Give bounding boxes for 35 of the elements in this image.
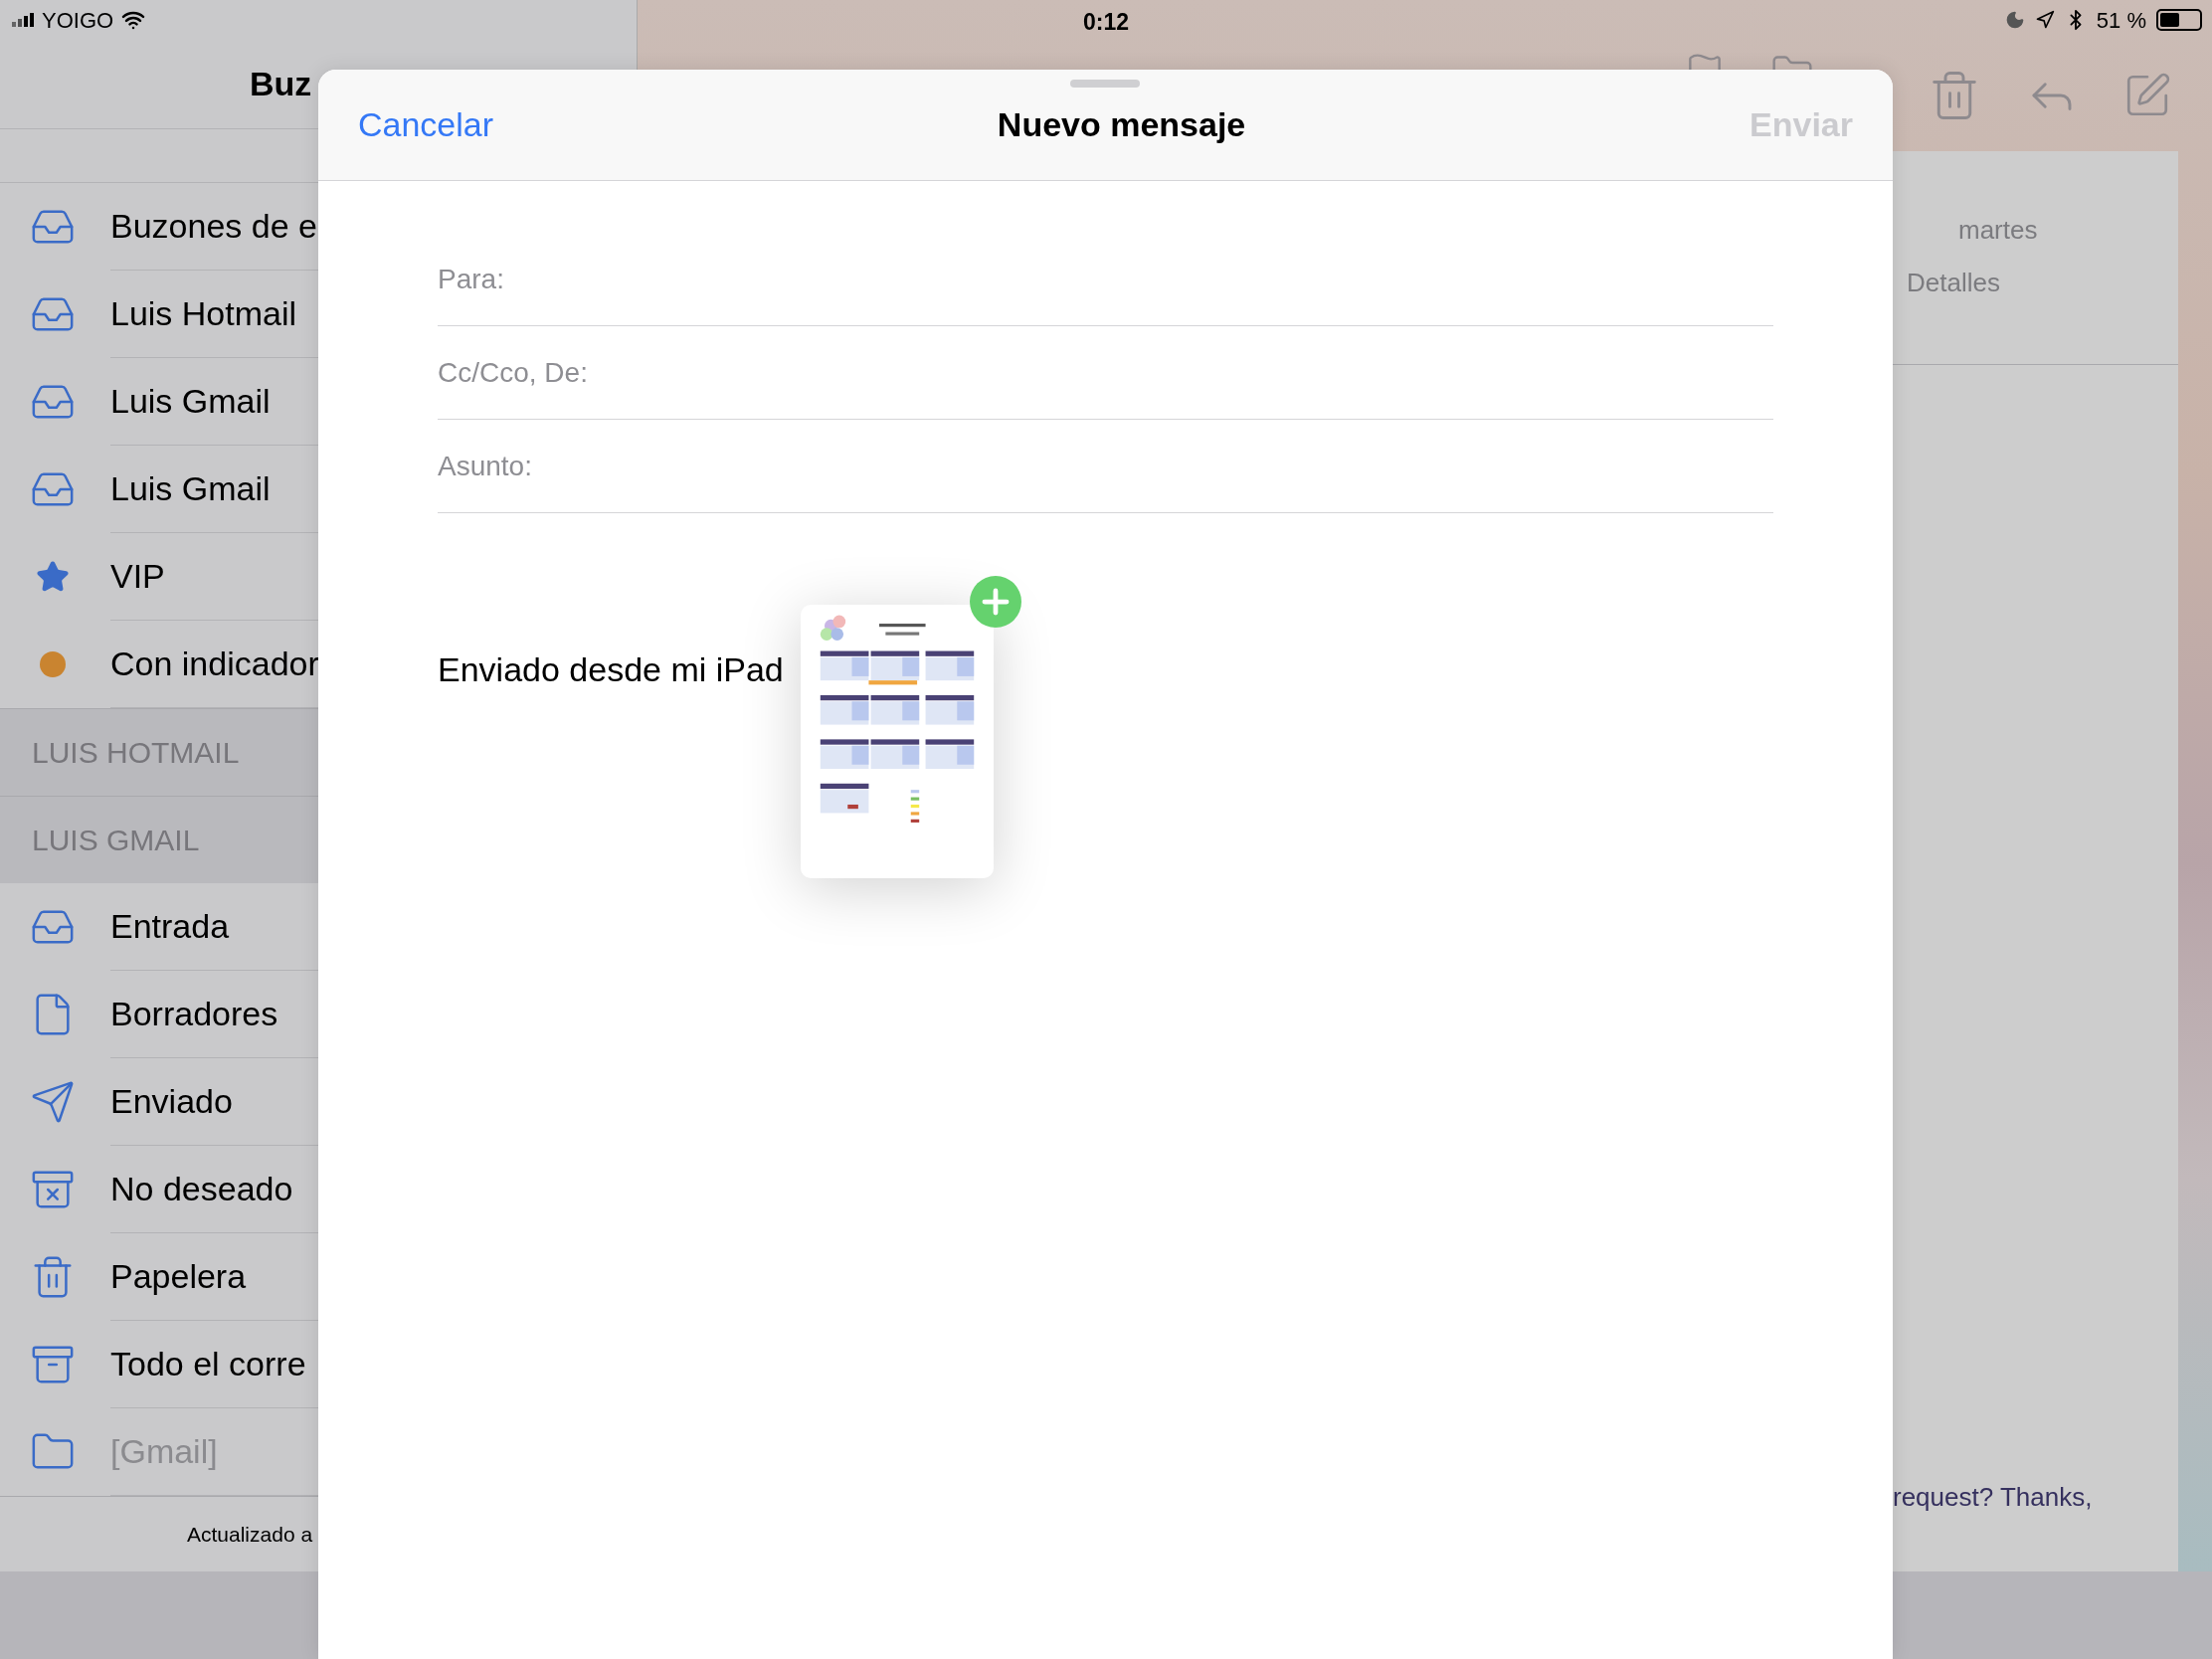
mailbox-label: VIP xyxy=(110,556,165,597)
cancel-button[interactable]: Cancelar xyxy=(358,99,494,150)
mailbox-label: Luis Gmail xyxy=(110,468,271,509)
details-link[interactable]: Detalles xyxy=(1907,264,2000,302)
update-status: Actualizado a xyxy=(187,1521,313,1548)
field-label[interactable]: Cc/Cco, De: xyxy=(438,351,588,394)
mailbox-label: No deseado xyxy=(110,1169,293,1209)
carrier-label: YOIGO xyxy=(42,6,114,35)
status-time: 0:12 xyxy=(1083,8,1130,37)
signature-text: Enviado desde mi iPad xyxy=(438,649,785,690)
signal-icon xyxy=(12,13,34,27)
mailbox-label: Entrada xyxy=(110,906,230,947)
grabber-handle[interactable] xyxy=(1070,80,1140,88)
mailbox-label: Luis Hotmail xyxy=(110,293,297,334)
sheet-title: Nuevo mensaje xyxy=(997,104,1246,145)
mailbox-label: Borradores xyxy=(110,994,278,1034)
mailbox-label: Luis Gmail xyxy=(110,381,271,422)
message-date: martes xyxy=(1958,214,2038,247)
battery-icon xyxy=(2156,9,2202,31)
battery-percentage: 51 % xyxy=(2096,6,2146,35)
star-icon xyxy=(35,560,70,594)
nav-title: Buz xyxy=(250,64,312,104)
section-header: LUIS GMAIL xyxy=(32,823,200,858)
section-header: LUIS HOTMAIL xyxy=(32,735,240,771)
mailbox-label: Papelera xyxy=(110,1256,247,1297)
field-label[interactable]: Para: xyxy=(438,258,504,300)
mailbox-label: Con indicador xyxy=(110,644,319,684)
mailbox-label: Todo el corre xyxy=(110,1344,306,1384)
mailbox-label: Enviado xyxy=(110,1081,233,1122)
message-snippet: request? Thanks, xyxy=(1893,1481,2094,1514)
moon-icon xyxy=(2004,10,2025,30)
mailbox-label: [Gmail] xyxy=(110,1431,218,1472)
location-icon xyxy=(2034,10,2055,30)
field-label[interactable]: Asunto: xyxy=(438,445,532,487)
mailbox-label: Buzones de e xyxy=(110,206,317,247)
